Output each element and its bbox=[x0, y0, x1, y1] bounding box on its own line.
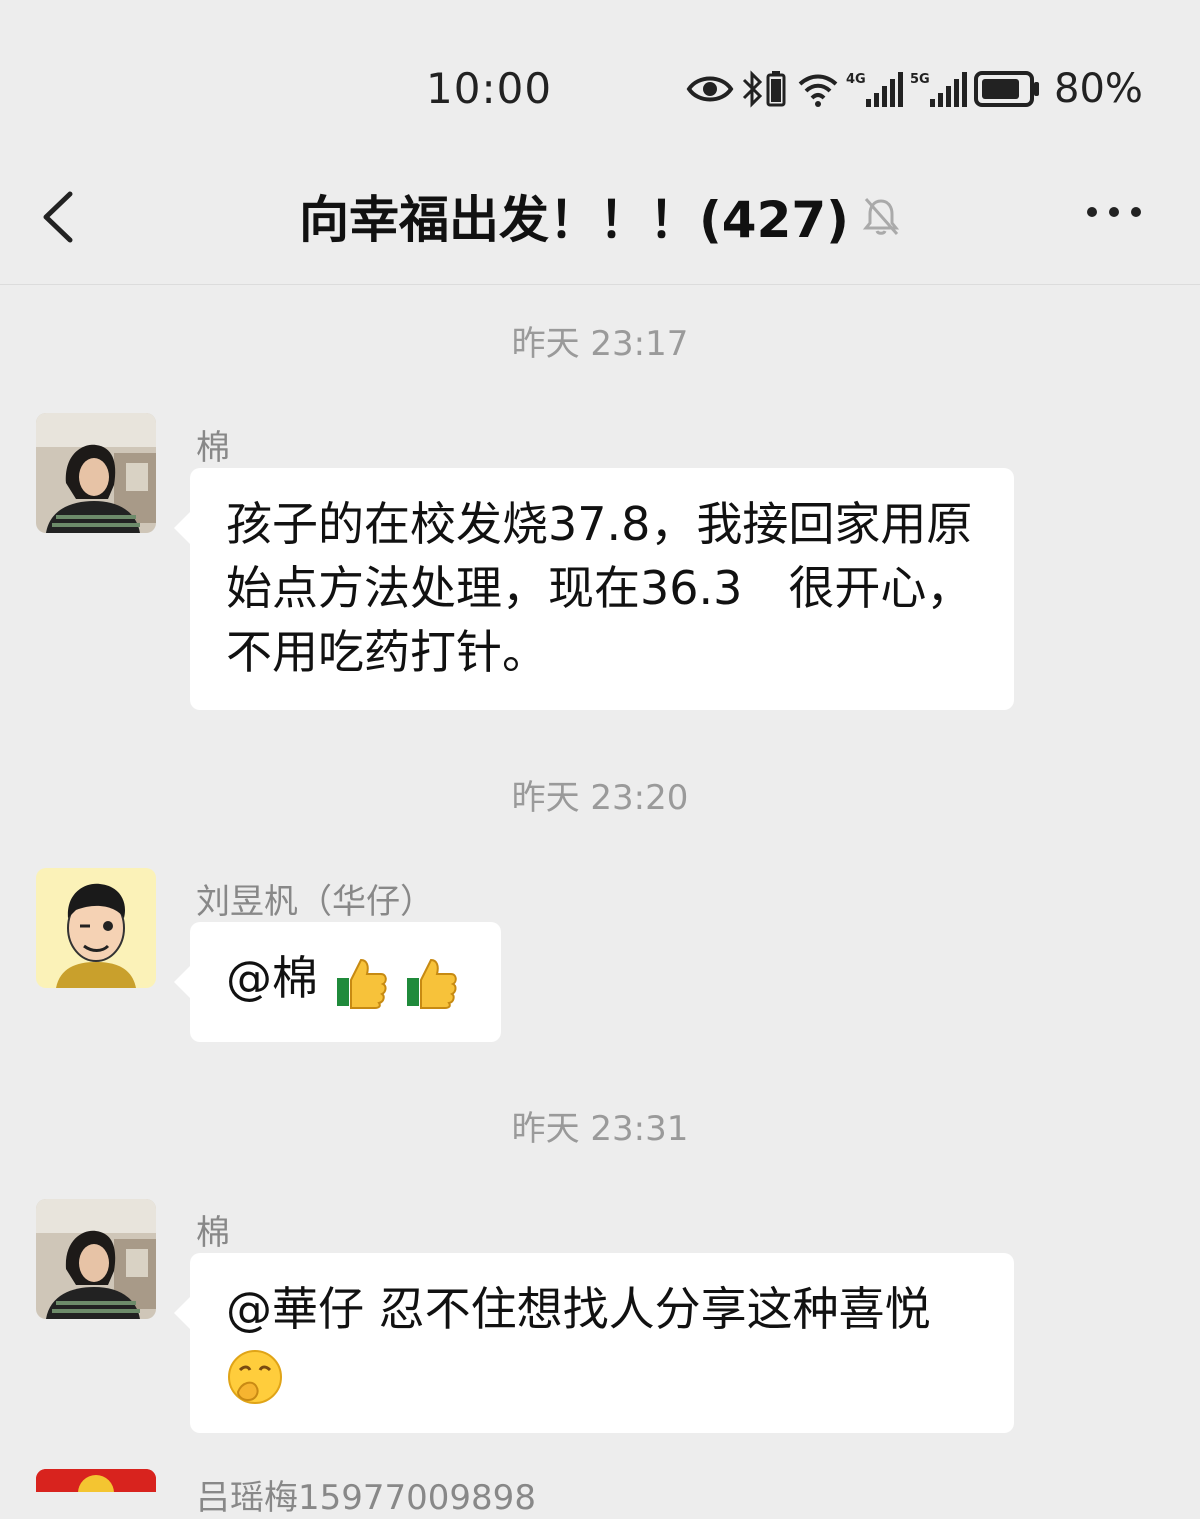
battery-icon bbox=[974, 71, 1039, 107]
message-bubble[interactable]: @棉 bbox=[174, 922, 501, 1042]
mute-bell-icon bbox=[862, 198, 900, 235]
eye-icon bbox=[686, 76, 734, 102]
svg-text:4G: 4G bbox=[846, 72, 866, 87]
status-time: 10:00 bbox=[426, 64, 553, 113]
message-text: 孩子的在校发烧37.8，我接回家用原始点方法处理，现在36.3 很开心，不用吃药… bbox=[226, 497, 973, 679]
avatar-logo bbox=[36, 1469, 156, 1492]
chat-title: 向幸福出发！！！(427) bbox=[0, 180, 1200, 252]
sender-name: 棉 bbox=[196, 428, 230, 468]
message-text: @華仔 忍不住想找人分享这种喜悦 bbox=[226, 1282, 931, 1336]
status-icons: 4G 5G 80% bbox=[686, 62, 1143, 116]
message-bubble[interactable]: @華仔 忍不住想找人分享这种喜悦 bbox=[174, 1253, 1014, 1433]
group-name: 向幸福出发！！！(427) bbox=[298, 191, 850, 249]
bluetooth-battery-icon bbox=[742, 70, 786, 108]
thumbs-up-icon bbox=[336, 958, 387, 1009]
sender-name: 刘昱杋（华仔） bbox=[196, 882, 434, 922]
avatar-photo bbox=[36, 413, 156, 533]
battery-percentage: 80% bbox=[1054, 66, 1143, 112]
avatar[interactable] bbox=[36, 1199, 156, 1319]
wifi-icon bbox=[798, 74, 838, 107]
thumbs-up-icon bbox=[407, 958, 457, 1009]
avatar-photo bbox=[36, 1199, 156, 1319]
chat-header: 向幸福出发！！！(427) bbox=[0, 150, 1200, 285]
avatar-cartoon bbox=[36, 868, 156, 988]
avatar[interactable] bbox=[36, 413, 156, 533]
message-bubble[interactable]: 孩子的在校发烧37.8，我接回家用原始点方法处理，现在36.3 很开心，不用吃药… bbox=[174, 468, 1014, 710]
message-timestamp: 昨天 23:17 bbox=[511, 324, 689, 364]
more-options-icon[interactable] bbox=[1084, 202, 1144, 222]
signal-4g-icon: 4G bbox=[846, 72, 903, 107]
sender-name: 棉 bbox=[196, 1213, 230, 1253]
signal-5g-icon: 5G bbox=[910, 72, 967, 107]
message-timestamp: 昨天 23:31 bbox=[511, 1109, 689, 1149]
message-timestamp: 昨天 23:20 bbox=[511, 778, 689, 818]
svg-text:5G: 5G bbox=[910, 72, 930, 87]
shy-face-icon bbox=[228, 1349, 282, 1404]
avatar[interactable] bbox=[36, 868, 156, 988]
sender-name: 吕瑶梅15977009898 bbox=[196, 1478, 536, 1518]
avatar[interactable] bbox=[36, 1469, 156, 1492]
message-text: @棉 bbox=[226, 951, 333, 1005]
status-bar: 10:00 4G 5G 80% bbox=[0, 0, 1200, 150]
